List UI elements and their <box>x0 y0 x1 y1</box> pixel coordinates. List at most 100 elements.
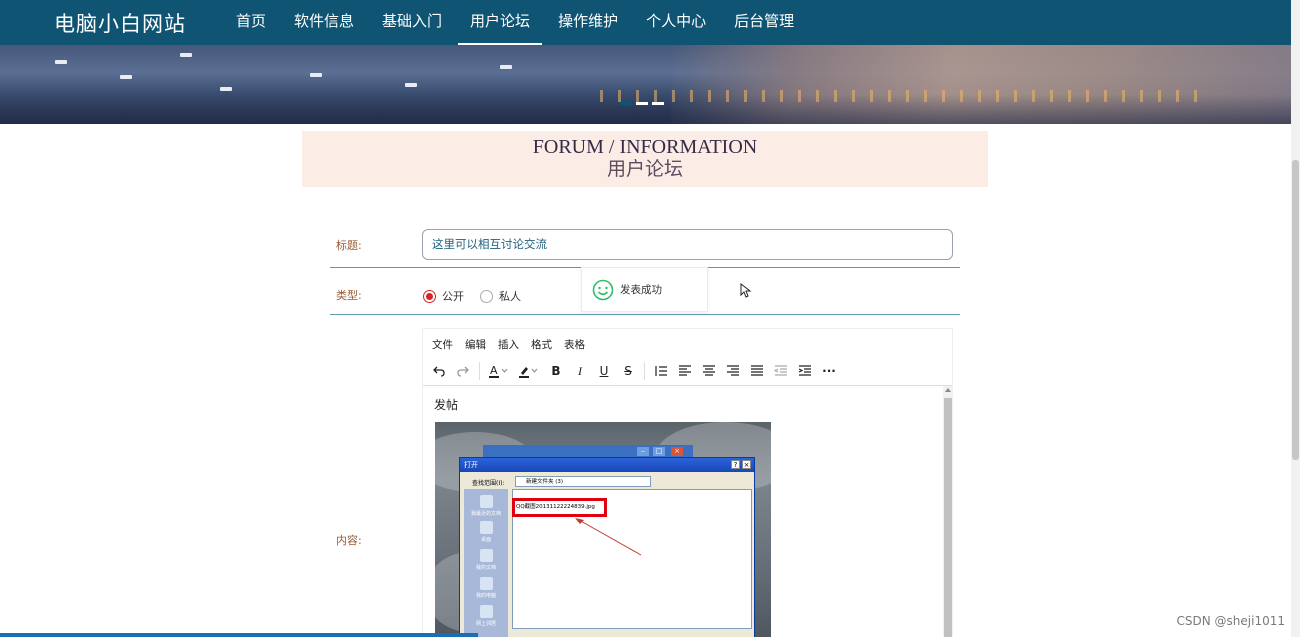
editor-scrollbar[interactable] <box>943 386 953 637</box>
scroll-up-icon[interactable] <box>945 388 951 392</box>
mouse-cursor-icon <box>740 283 752 298</box>
highlight-box <box>512 498 607 517</box>
nav-item-forum[interactable]: 用户论坛 <box>458 0 543 45</box>
underline-icon[interactable]: U <box>592 361 616 381</box>
maximize-icon: □ <box>653 447 665 456</box>
nav-item-home[interactable]: 首页 <box>224 0 278 45</box>
scrollbar-thumb[interactable] <box>1292 160 1299 460</box>
recent-docs-icon <box>479 495 493 508</box>
banner-boat <box>55 60 67 64</box>
places-bar: 我最近的文档 桌面 我的文档 我的电脑 网上邻居 <box>464 489 508 637</box>
radio-private[interactable]: 私人 <box>480 288 521 304</box>
menu-insert[interactable]: 插入 <box>498 337 519 352</box>
redo-icon[interactable] <box>451 361 475 381</box>
success-toast: 发表成功 <box>581 267 708 312</box>
toolbar-divider <box>423 385 952 386</box>
align-right-icon[interactable] <box>721 361 745 381</box>
place-documents: 我的文档 <box>466 549 506 571</box>
radio-unchecked-icon[interactable] <box>480 289 493 303</box>
place-desktop: 桌面 <box>466 521 506 543</box>
place-computer: 我的电脑 <box>466 577 506 599</box>
align-center-icon[interactable] <box>697 361 721 381</box>
menu-edit[interactable]: 编辑 <box>465 337 486 352</box>
nav-item-profile[interactable]: 个人中心 <box>634 0 718 45</box>
menu-file[interactable]: 文件 <box>432 337 453 352</box>
bold-icon[interactable]: B <box>544 361 568 381</box>
line-height-icon[interactable] <box>649 361 673 381</box>
radio-public-label: 公开 <box>442 290 464 303</box>
section-title-cn: 用户论坛 <box>606 158 683 180</box>
look-in-label: 查找范围(I): <box>472 480 505 487</box>
nav-item-software[interactable]: 软件信息 <box>282 0 366 45</box>
editor-body-text[interactable]: 发帖 <box>434 396 458 413</box>
strikethrough-icon[interactable]: S <box>616 361 640 381</box>
place-network: 网上邻居 <box>466 605 506 627</box>
align-left-icon[interactable] <box>673 361 697 381</box>
nav-item-basics[interactable]: 基础入门 <box>370 0 454 45</box>
carousel-dot[interactable] <box>636 102 648 105</box>
embedded-screenshot-image[interactable]: – □ × 打开 ? × 查找范围(I): 新建文件夹 (3) 我最近的文档 桌… <box>435 422 771 637</box>
indent-icon[interactable] <box>793 361 817 381</box>
site-brand[interactable]: 电脑小白网站 <box>54 8 186 38</box>
nav-item-admin[interactable]: 后台管理 <box>722 0 806 45</box>
top-navbar: 电脑小白网站 首页 软件信息 基础入门 用户论坛 操作维护 个人中心 后台管理 <box>0 0 1291 45</box>
banner-boat <box>220 87 232 91</box>
section-title-en: FORUM / INFORMATION <box>532 136 758 158</box>
text-color-icon[interactable]: A <box>484 361 514 381</box>
banner-boat <box>405 83 417 87</box>
toolbar-separator <box>644 362 645 380</box>
banner-boat <box>500 65 512 69</box>
carousel-indicators <box>620 102 664 105</box>
toolbar-separator <box>479 362 480 380</box>
place-recent: 我最近的文档 <box>466 495 506 517</box>
outdent-icon[interactable] <box>769 361 793 381</box>
place-label: 桌面 <box>480 537 491 543</box>
highlight-icon[interactable] <box>514 361 544 381</box>
documents-icon <box>479 549 493 562</box>
radio-checked-icon[interactable] <box>423 289 436 303</box>
minimize-icon: – <box>637 447 649 456</box>
help-icon: ? <box>731 460 740 469</box>
watermark: CSDN @sheji1011 <box>1176 614 1285 628</box>
menu-table[interactable]: 表格 <box>564 337 585 352</box>
network-icon <box>479 605 493 618</box>
banner-carousel <box>0 45 1291 124</box>
svg-text:A: A <box>490 364 498 377</box>
type-label: 类型: <box>336 289 362 302</box>
close-icon: × <box>742 460 751 469</box>
carousel-dot[interactable] <box>652 102 664 105</box>
desktop-icon <box>479 521 493 534</box>
close-icon: × <box>671 447 683 456</box>
carousel-dot[interactable] <box>620 102 632 105</box>
banner-boat <box>120 75 132 79</box>
title-input[interactable]: 这里可以相互讨论交流 <box>422 229 953 260</box>
content-label: 内容: <box>336 534 362 547</box>
undo-icon[interactable] <box>427 361 451 381</box>
rich-text-editor[interactable]: 文件 编辑 插入 格式 表格 A B I U S ··· 发帖 – □ × 打开… <box>422 328 953 637</box>
smile-icon <box>592 279 614 300</box>
page: 电脑小白网站 首页 软件信息 基础入门 用户论坛 操作维护 个人中心 后台管理 <box>0 0 1300 637</box>
page-scrollbar[interactable] <box>1291 0 1300 637</box>
editor-menubar: 文件 编辑 插入 格式 表格 <box>432 337 597 352</box>
more-icon[interactable]: ··· <box>817 361 841 381</box>
nav-item-maintenance[interactable]: 操作维护 <box>546 0 630 45</box>
italic-icon[interactable]: I <box>568 361 592 381</box>
banner-boat <box>180 53 192 57</box>
bottom-progress-bar <box>0 633 478 637</box>
red-arrow-icon <box>575 518 642 556</box>
banner-city-lights <box>600 90 1200 102</box>
editor-scroll-thumb[interactable] <box>944 398 952 637</box>
title-label: 标题: <box>336 239 362 252</box>
place-label: 我的文档 <box>475 565 496 571</box>
computer-icon <box>479 577 493 590</box>
place-label: 网上邻居 <box>475 621 496 627</box>
menu-format[interactable]: 格式 <box>531 337 552 352</box>
dialog-title: 打开 <box>460 458 754 472</box>
radio-public[interactable]: 公开 <box>423 288 464 304</box>
align-justify-icon[interactable] <box>745 361 769 381</box>
editor-toolbar: A B I U S ··· <box>427 361 841 381</box>
place-label: 我的电脑 <box>475 593 496 599</box>
toast-text: 发表成功 <box>620 284 662 296</box>
banner-boat <box>310 73 322 77</box>
nav-links: 首页 软件信息 基础入门 用户论坛 操作维护 个人中心 后台管理 <box>224 0 810 45</box>
